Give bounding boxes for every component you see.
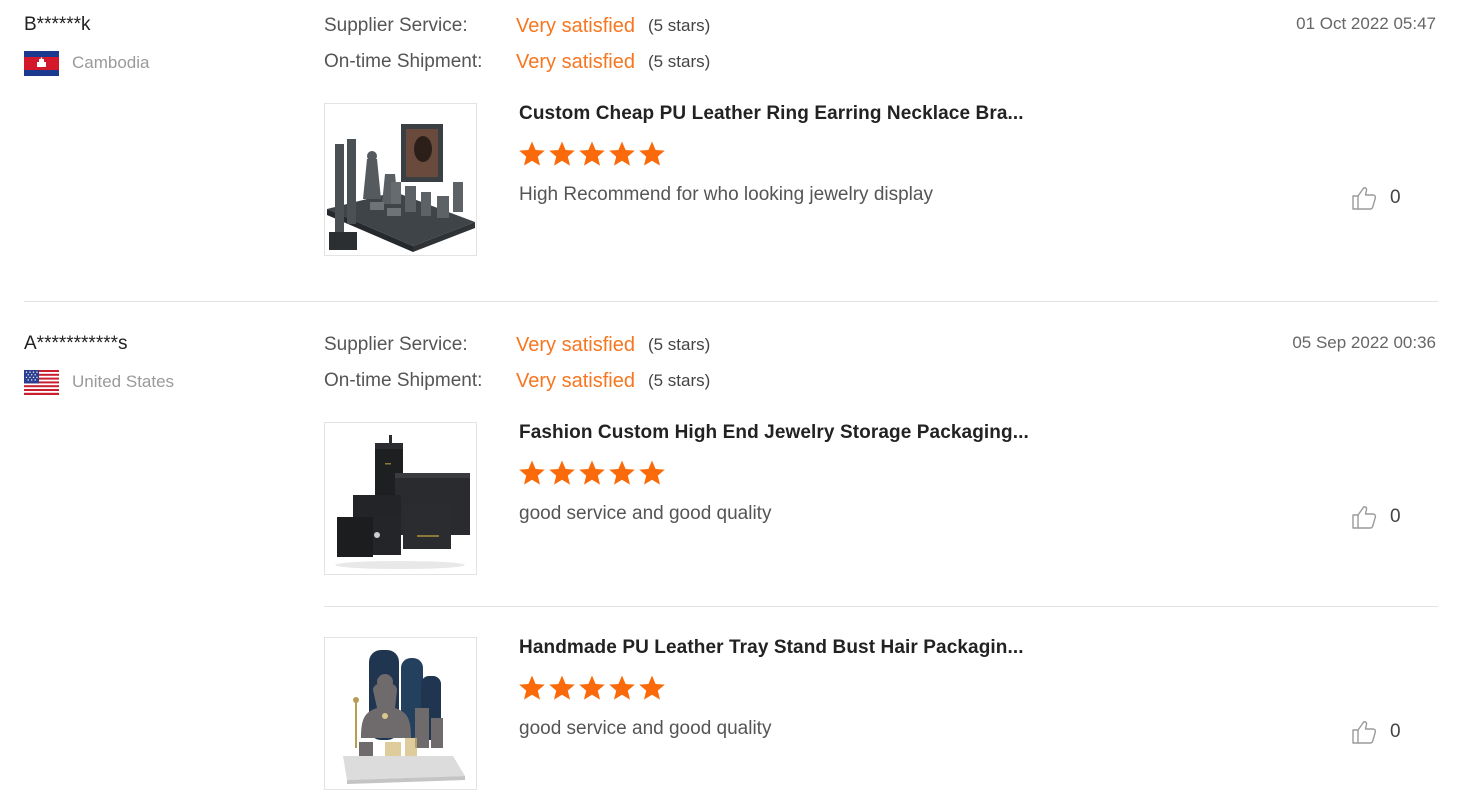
- thumbs-up-icon: [1352, 187, 1377, 210]
- shipment-rating: On-time Shipment: Very satisfied (5 star…: [324, 369, 710, 393]
- cambodia-flag-icon: [24, 50, 59, 76]
- star-icon: [639, 460, 665, 485]
- like-button[interactable]: 0: [1351, 504, 1401, 530]
- product-title[interactable]: Custom Cheap PU Leather Ring Earring Nec…: [519, 103, 1024, 125]
- like-count: 0: [1390, 187, 1401, 208]
- reviewed-product: Custom Cheap PU Leather Ring Earring Nec…: [324, 103, 1438, 257]
- product-divider: [324, 606, 1438, 607]
- review-comment: good service and good quality: [519, 718, 772, 739]
- rating-value: Very satisfied: [516, 369, 635, 392]
- rating-value: Very satisfied: [516, 50, 635, 73]
- like-button[interactable]: 0: [1351, 185, 1401, 211]
- review-comment: High Recommend for who looking jewelry d…: [519, 184, 933, 205]
- star-icon: [609, 460, 635, 485]
- review-divider: [24, 301, 1438, 302]
- star-icon: [639, 141, 665, 166]
- star-icon: [579, 141, 605, 166]
- star-icon: [519, 675, 545, 700]
- reviewer-name: B******k: [24, 14, 91, 35]
- star-icon: [519, 141, 545, 166]
- review-comment: good service and good quality: [519, 503, 772, 524]
- rating-stars-text: (5 stars): [647, 335, 711, 354]
- rating-label: On-time Shipment:: [324, 370, 483, 391]
- star-icon: [609, 141, 635, 166]
- star-icon: [609, 675, 635, 700]
- country-name: Cambodia: [72, 53, 150, 72]
- rating-value: Very satisfied: [516, 14, 635, 37]
- star-icon: [579, 675, 605, 700]
- product-thumbnail[interactable]: [324, 637, 477, 790]
- product-star-rating: [518, 674, 668, 702]
- reviewed-product: Fashion Custom High End Jewelry Storage …: [324, 422, 1438, 576]
- rating-label: Supplier Service:: [324, 334, 468, 355]
- reviewer-country: Cambodia: [24, 50, 150, 76]
- rating-stars-text: (5 stars): [647, 371, 711, 390]
- rating-stars-text: (5 stars): [647, 16, 711, 35]
- shipment-rating: On-time Shipment: Very satisfied (5 star…: [324, 50, 710, 74]
- reviewer-name: A***********s: [24, 333, 128, 354]
- rating-value: Very satisfied: [516, 333, 635, 356]
- like-count: 0: [1390, 721, 1401, 742]
- star-icon: [549, 460, 575, 485]
- product-star-rating: [518, 140, 668, 168]
- us-flag-icon: [24, 369, 59, 395]
- supplier-service-rating: Supplier Service: Very satisfied (5 star…: [324, 14, 710, 38]
- rating-stars-text: (5 stars): [647, 52, 711, 71]
- star-icon: [549, 141, 575, 166]
- product-star-rating: [518, 459, 668, 487]
- review-date: 05 Sep 2022 00:36: [1292, 333, 1436, 352]
- star-icon: [579, 460, 605, 485]
- jewelry-boxes-image: [325, 423, 476, 574]
- review-card: A***********s United States 05 Sep 2022 …: [0, 319, 1484, 792]
- review-date: 01 Oct 2022 05:47: [1296, 14, 1436, 33]
- star-icon: [549, 675, 575, 700]
- product-title[interactable]: Handmade PU Leather Tray Stand Bust Hair…: [519, 637, 1024, 659]
- jewelry-bust-stand-image: [325, 638, 476, 789]
- jewelry-display-set-image: [325, 104, 476, 255]
- product-title[interactable]: Fashion Custom High End Jewelry Storage …: [519, 422, 1029, 444]
- thumbs-up-icon: [1352, 721, 1377, 744]
- like-count: 0: [1390, 506, 1401, 527]
- supplier-service-rating: Supplier Service: Very satisfied (5 star…: [324, 333, 710, 357]
- country-name: United States: [72, 372, 175, 391]
- star-icon: [519, 460, 545, 485]
- product-thumbnail[interactable]: [324, 422, 477, 575]
- rating-label: Supplier Service:: [324, 15, 468, 36]
- product-thumbnail[interactable]: [324, 103, 477, 256]
- like-button[interactable]: 0: [1351, 719, 1401, 745]
- star-icon: [639, 675, 665, 700]
- rating-label: On-time Shipment:: [324, 51, 483, 72]
- review-card: B******k Cambodia 01 Oct 2022 05:47 Supp…: [0, 0, 1484, 300]
- reviewer-country: United States: [24, 369, 174, 395]
- thumbs-up-icon: [1352, 506, 1377, 529]
- reviewed-product: Handmade PU Leather Tray Stand Bust Hair…: [324, 637, 1438, 791]
